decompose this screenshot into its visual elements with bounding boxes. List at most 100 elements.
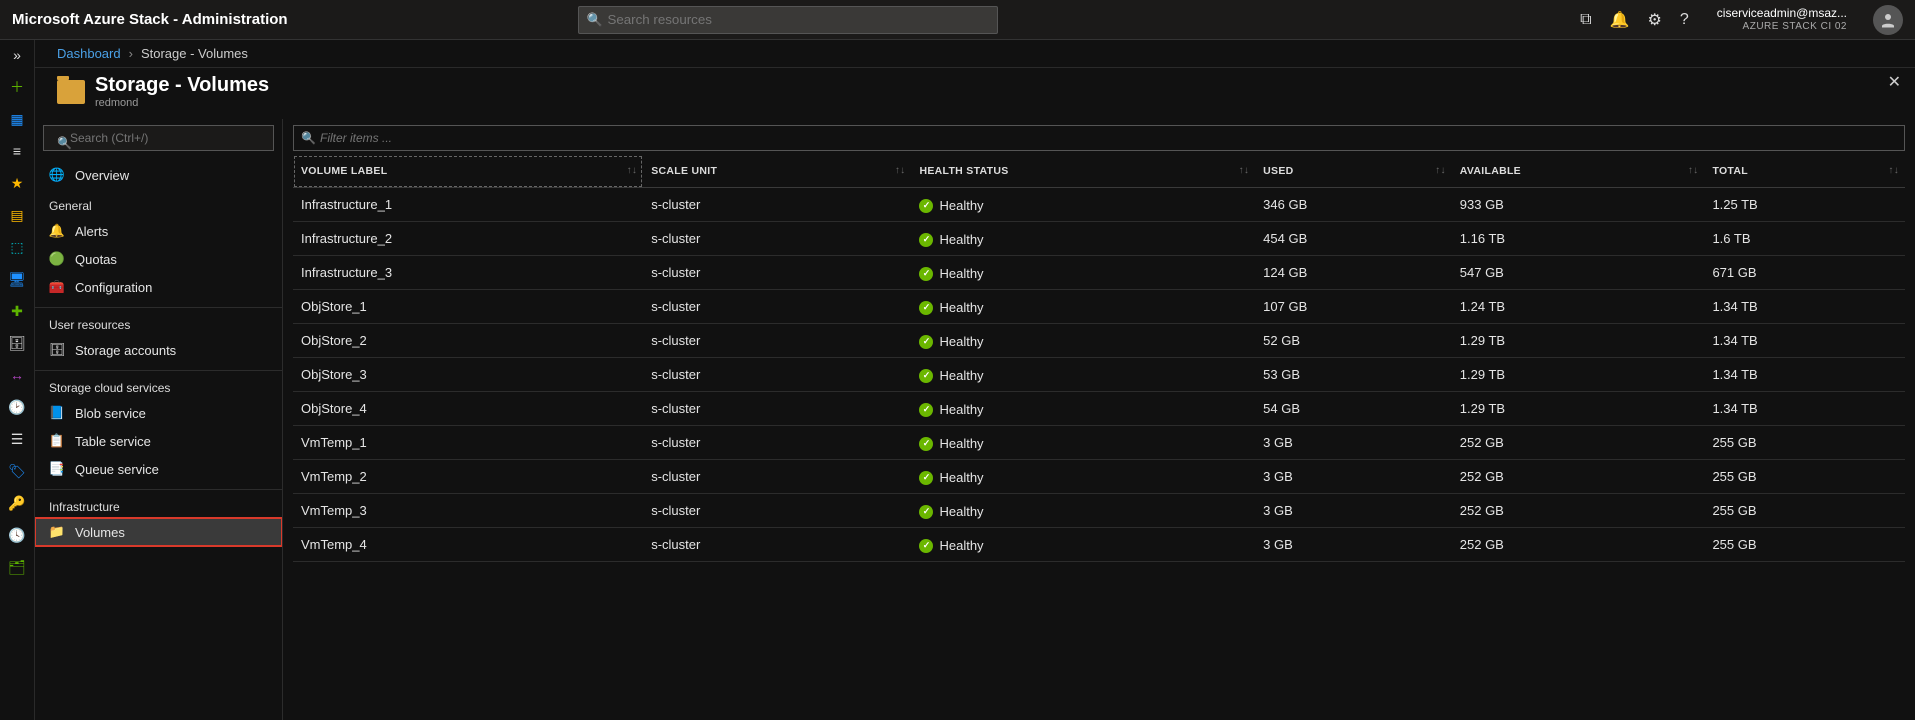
col-health[interactable]: HEALTH STATUS↑↓ (911, 155, 1255, 188)
nav-search-input[interactable] (43, 125, 274, 151)
table-row[interactable]: VmTemp_3s-cluster✓Healthy3 GB252 GB255 G… (293, 494, 1905, 528)
table-cell: s-cluster (643, 290, 911, 324)
table-cell: 1.25 TB (1704, 188, 1905, 222)
volumes-table: VOLUME LABEL↑↓ SCALE UNIT↑↓ HEALTH STATU… (293, 155, 1905, 562)
table-cell: s-cluster (643, 494, 911, 528)
updates-icon[interactable]: 🕑 (8, 398, 26, 416)
virtual-machines-icon[interactable]: 🖥 (8, 270, 26, 288)
healthy-icon: ✓ (919, 267, 933, 281)
table-cell: ObjStore_3 (293, 358, 643, 392)
table-cell: 1.29 TB (1452, 358, 1705, 392)
table-cell: 1.34 TB (1704, 324, 1905, 358)
table-row[interactable]: VmTemp_4s-cluster✓Healthy3 GB252 GB255 G… (293, 528, 1905, 562)
nav-item-volumes[interactable]: 📁Volumes (35, 518, 282, 546)
network-icon[interactable]: ↔ (8, 366, 26, 384)
table-row[interactable]: ObjStore_3s-cluster✓Healthy53 GB1.29 TB1… (293, 358, 1905, 392)
healthy-icon: ✓ (919, 505, 933, 519)
table-cell: 252 GB (1452, 494, 1705, 528)
nav-item-storage-accounts[interactable]: 🗄 Storage accounts (35, 336, 282, 364)
col-used[interactable]: USED↑↓ (1255, 155, 1452, 188)
nav-item-icon: 🔔 (49, 223, 65, 239)
nav-item-label: Volumes (75, 525, 125, 540)
notifications-icon[interactable]: 🔔 (1610, 10, 1630, 30)
dashboard-icon[interactable]: ▦ (8, 110, 26, 128)
cloud-shell-icon[interactable]: ⧉ (1580, 11, 1591, 29)
all-services-icon[interactable]: ≡ (8, 142, 26, 160)
nav-item-configuration[interactable]: 🧰Configuration (35, 273, 282, 301)
nav-item-table-service[interactable]: 📋Table service (35, 427, 282, 455)
nav-item-icon: 📋 (49, 433, 65, 449)
health-text: Healthy (939, 300, 983, 315)
breadcrumb-current: Storage - Volumes (141, 46, 248, 61)
tenant-name: AZURE STACK CI 02 (1717, 21, 1847, 33)
nav-item-alerts[interactable]: 🔔Alerts (35, 217, 282, 245)
table-cell: 255 GB (1704, 528, 1905, 562)
favorites-star-icon[interactable]: ★ (8, 174, 26, 192)
page-title: Storage - Volumes (95, 74, 269, 97)
healthy-icon: ✓ (919, 369, 933, 383)
table-row[interactable]: Infrastructure_1s-cluster✓Healthy346 GB9… (293, 188, 1905, 222)
table-row[interactable]: ObjStore_1s-cluster✓Healthy107 GB1.24 TB… (293, 290, 1905, 324)
col-scale-unit[interactable]: SCALE UNIT↑↓ (643, 155, 911, 188)
nav-item-icon: 📘 (49, 405, 65, 421)
table-cell: 52 GB (1255, 324, 1452, 358)
table-cell: Infrastructure_2 (293, 222, 643, 256)
table-row[interactable]: ObjStore_4s-cluster✓Healthy54 GB1.29 TB1… (293, 392, 1905, 426)
nav-item-icon: 📑 (49, 461, 65, 477)
nav-item-queue-service[interactable]: 📑Queue service (35, 455, 282, 483)
healthy-icon: ✓ (919, 335, 933, 349)
table-cell: VmTemp_4 (293, 528, 643, 562)
storage-icon[interactable]: 🗄 (8, 334, 26, 352)
user-email: ciserviceadmin@msaz... (1717, 6, 1847, 20)
close-blade-icon[interactable]: ✕ (1888, 72, 1901, 92)
table-cell: ✓Healthy (911, 256, 1255, 290)
table-cell: 933 GB (1452, 188, 1705, 222)
recent-icon[interactable]: 🕓 (8, 526, 26, 544)
table-cell: 252 GB (1452, 528, 1705, 562)
health-text: Healthy (939, 504, 983, 519)
healthy-icon: ✓ (919, 199, 933, 213)
nav-item-icon: 🗄 (49, 342, 65, 358)
settings-gear-icon[interactable]: ⚙ (1648, 10, 1662, 30)
tags-icon[interactable]: 🏷 (8, 462, 26, 480)
table-row[interactable]: Infrastructure_3s-cluster✓Healthy124 GB5… (293, 256, 1905, 290)
resource-groups-icon[interactable]: ⬚ (8, 238, 26, 256)
left-icon-rail: » ＋ ▦ ≡ ★ ▤ ⬚ 🖥 ✚ 🗄 ↔ 🕑 ☰ 🏷 🔑 🕓 🗂 (0, 40, 35, 720)
table-cell: s-cluster (643, 528, 911, 562)
plans-icon[interactable]: 🗂 (8, 558, 26, 576)
expand-rail-icon[interactable]: » (8, 46, 26, 64)
user-block[interactable]: ciserviceadmin@msaz... AZURE STACK CI 02 (1717, 6, 1847, 32)
subscriptions-icon[interactable]: 🔑 (8, 494, 26, 512)
all-resources-icon[interactable]: ▤ (8, 206, 26, 224)
help-icon[interactable]: ? (1680, 11, 1689, 29)
sort-icon: ↑↓ (627, 165, 638, 176)
table-row[interactable]: VmTemp_1s-cluster✓Healthy3 GB252 GB255 G… (293, 426, 1905, 460)
col-volume-label[interactable]: VOLUME LABEL↑↓ (293, 155, 643, 188)
col-available[interactable]: AVAILABLE↑↓ (1452, 155, 1705, 188)
marketplace-icon[interactable]: ✚ (8, 302, 26, 320)
table-cell: ✓Healthy (911, 392, 1255, 426)
healthy-icon: ✓ (919, 471, 933, 485)
nav-item-label: Quotas (75, 252, 117, 267)
nav-item-label: Storage accounts (75, 343, 176, 358)
table-row[interactable]: Infrastructure_2s-cluster✓Healthy454 GB1… (293, 222, 1905, 256)
table-cell: ✓Healthy (911, 528, 1255, 562)
page-subtitle: redmond (95, 97, 269, 109)
create-resource-icon[interactable]: ＋ (8, 78, 26, 96)
col-total[interactable]: TOTAL↑↓ (1704, 155, 1905, 188)
nav-item-quotas[interactable]: 🟢Quotas (35, 245, 282, 273)
blade-left-nav: « 🔍 🌐 Overview General🔔Alerts🟢Quotas🧰Con… (35, 119, 283, 720)
health-text: Healthy (939, 470, 983, 485)
list-icon[interactable]: ☰ (8, 430, 26, 448)
table-cell: VmTemp_3 (293, 494, 643, 528)
global-search-input[interactable] (578, 6, 998, 34)
breadcrumb-root[interactable]: Dashboard (57, 46, 121, 61)
grid-filter-input[interactable] (293, 125, 1905, 151)
avatar[interactable] (1873, 5, 1903, 35)
table-row[interactable]: ObjStore_2s-cluster✓Healthy52 GB1.29 TB1… (293, 324, 1905, 358)
table-row[interactable]: VmTemp_2s-cluster✓Healthy3 GB252 GB255 G… (293, 460, 1905, 494)
nav-item-blob-service[interactable]: 📘Blob service (35, 399, 282, 427)
table-cell: ✓Healthy (911, 222, 1255, 256)
nav-item-label: Overview (75, 168, 129, 183)
nav-overview[interactable]: 🌐 Overview (35, 161, 282, 189)
